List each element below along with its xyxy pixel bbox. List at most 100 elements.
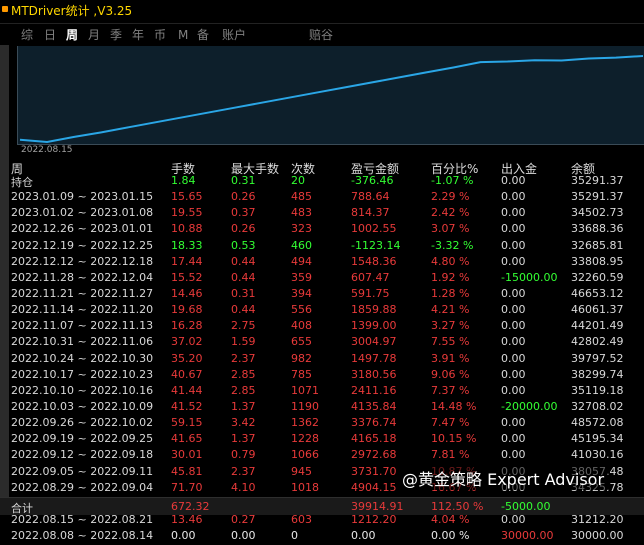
cell-max: 1.37	[231, 399, 256, 413]
cell-bal: 41030.16	[571, 448, 624, 462]
cell-count: 556	[291, 303, 312, 317]
table-row[interactable]: 2022.08.08 ~ 2022.08.14 0.00 0.00 0 0.00 0.00…	[0, 529, 644, 545]
table-row[interactable]: 2022.10.10 ~ 2022.10.16 41.44 2.85 1071 2411…	[0, 384, 644, 400]
cell-bal: 38299.74	[571, 367, 624, 381]
tab-7[interactable]: M	[178, 26, 188, 44]
cell-flow: 30000.00	[501, 529, 554, 543]
cell-lots: 35.20	[171, 351, 203, 365]
cell-flow: 0.00	[501, 383, 526, 397]
cell-pct: 1.92 %	[431, 270, 470, 284]
tab-8[interactable]: 备	[197, 26, 209, 44]
cell-period: 2022.11.21 ~ 2022.11.27	[11, 286, 154, 300]
table-row[interactable]: 2022.11.28 ~ 2022.12.04 15.52 0.44 359 607.4…	[0, 271, 644, 287]
tab-4[interactable]: 季	[110, 26, 122, 44]
cell-bal: 39797.52	[571, 351, 624, 365]
cell-count: 20	[291, 174, 305, 187]
table-row[interactable]: 2023.01.09 ~ 2023.01.15 15.65 0.26 485 788.6…	[0, 190, 644, 206]
cell-lots: 19.55	[171, 206, 203, 220]
cell-flow: 0.00	[501, 190, 526, 204]
cell-pct: 7.37 %	[431, 383, 470, 397]
table-row[interactable]: 2022.10.03 ~ 2022.10.09 41.52 1.37 1190 4135…	[0, 400, 644, 416]
cell-lots: 71.70	[171, 480, 203, 494]
cell-pnl: 788.64	[351, 190, 390, 204]
table-row[interactable]: 2022.10.24 ~ 2022.10.30 35.20 2.37 982 1497.…	[0, 352, 644, 368]
cell-count: 1228	[291, 432, 319, 446]
cell-lots: 37.02	[171, 335, 203, 349]
cell-lots: 41.44	[171, 383, 203, 397]
table-row[interactable]: 2022.11.21 ~ 2022.11.27 14.46 0.31 394 591.7…	[0, 287, 644, 303]
cell-pnl: 4165.18	[351, 432, 397, 446]
cell-max: 3.42	[231, 416, 256, 430]
app-logo-icon	[2, 6, 8, 12]
tab-1[interactable]: 日	[44, 26, 56, 44]
cell-max: 2.37	[231, 464, 256, 478]
table-row[interactable]: 2022.11.14 ~ 2022.11.20 19.68 0.44 556 1859.…	[0, 303, 644, 319]
cell-lots: 16.28	[171, 319, 203, 333]
cell-lots: 18.33	[171, 238, 203, 252]
cell-bal: 42802.49	[571, 335, 624, 349]
cell-max: 0.26	[231, 222, 256, 236]
cell-lots: 19.68	[171, 303, 203, 317]
cell-period: 2022.08.29 ~ 2022.09.04	[11, 480, 154, 494]
cell-pnl: 1002.55	[351, 222, 397, 236]
cell-bal: 32260.59	[571, 270, 624, 284]
cell-period: 2022.11.28 ~ 2022.12.04	[11, 270, 154, 284]
cell-max: 0.44	[231, 270, 256, 284]
table-row[interactable]: 2022.09.19 ~ 2022.09.25 41.65 1.37 1228 4165…	[0, 432, 644, 448]
cell-flow: 0.00	[501, 303, 526, 317]
cell-period: 2022.10.31 ~ 2022.11.06	[11, 335, 154, 349]
cell-bal: 35291.37	[571, 174, 624, 187]
cell-flow: 0.00	[501, 238, 526, 252]
table-row[interactable]: 2023.01.02 ~ 2023.01.08 19.55 0.37 483 814.3…	[0, 206, 644, 222]
cell-pct: -1.07 %	[431, 174, 474, 187]
cell-flow: 0.00	[501, 286, 526, 300]
table-row[interactable]: 2022.08.15 ~ 2022.08.21 13.46 0.27 603 1212.…	[0, 513, 644, 529]
cell-pct: 1.28 %	[431, 286, 470, 300]
cell-bal: 35119.18	[571, 383, 624, 397]
cell-pct: 3.91 %	[431, 351, 470, 365]
table-row[interactable]: 2022.10.17 ~ 2022.10.23 40.67 2.85 785 3180.…	[0, 368, 644, 384]
table-row[interactable]: 2022.12.26 ~ 2023.01.01 10.88 0.26 323 1002.…	[0, 222, 644, 238]
cell-flow: 0.00	[501, 174, 526, 187]
cell-max: 0.31	[231, 174, 256, 187]
table-row[interactable]: 持仓 1.84 0.31 20 -376.46 -1.07 % 0.00 35291.37	[0, 174, 644, 190]
tab-10[interactable]: 赔谷	[309, 26, 333, 44]
cell-period: 2022.11.14 ~ 2022.11.20	[11, 303, 154, 317]
cell-count: 1071	[291, 383, 319, 397]
cell-pnl: 1548.36	[351, 254, 397, 268]
cell-period: 持仓	[11, 176, 33, 189]
cell-max: 1.37	[231, 432, 256, 446]
total-lots: 672.32	[171, 500, 210, 513]
cell-pnl: 0.00	[351, 529, 376, 543]
tab-0[interactable]: 综	[21, 26, 33, 44]
table-row[interactable]: 2022.10.31 ~ 2022.11.06 37.02 1.59 655 3004.…	[0, 335, 644, 351]
cell-period: 2022.12.12 ~ 2022.12.18	[11, 254, 154, 268]
tab-3[interactable]: 月	[88, 26, 100, 44]
cell-count: 945	[291, 464, 312, 478]
cell-flow: 0.00	[501, 351, 526, 365]
total-row: 合计 672.32 39914.91 112.50 % -5000.00	[0, 497, 644, 515]
cell-flow: 0.00	[501, 335, 526, 349]
cell-count: 323	[291, 222, 312, 236]
cell-pnl: 1497.78	[351, 351, 397, 365]
tab-6[interactable]: 币	[154, 26, 166, 44]
table-row[interactable]: 2022.12.19 ~ 2022.12.25 18.33 0.53 460 -1123…	[0, 239, 644, 255]
cell-pnl: 814.37	[351, 206, 390, 220]
table-row[interactable]: 2022.12.12 ~ 2022.12.18 17.44 0.44 494 1548.…	[0, 255, 644, 271]
cell-flow: 0.00	[501, 448, 526, 462]
cell-period: 2022.10.17 ~ 2022.10.23	[11, 367, 154, 381]
equity-line	[19, 55, 644, 144]
cell-max: 2.85	[231, 383, 256, 397]
cell-pct: 4.80 %	[431, 254, 470, 268]
tab-2[interactable]: 周	[66, 26, 78, 44]
table-row[interactable]: 2022.09.12 ~ 2022.09.18 30.01 0.79 1066 2972…	[0, 448, 644, 464]
cell-lots: 41.52	[171, 399, 203, 413]
table-row[interactable]: 2022.09.26 ~ 2022.10.02 59.15 3.42 1362 3376…	[0, 416, 644, 432]
tab-9[interactable]: 账户	[222, 26, 246, 44]
cell-max: 0.53	[231, 238, 256, 252]
cell-pnl: 3004.97	[351, 335, 397, 349]
tab-5[interactable]: 年	[132, 26, 144, 44]
cell-flow: 0.00	[501, 206, 526, 220]
cell-flow: 0.00	[501, 254, 526, 268]
table-row[interactable]: 2022.11.07 ~ 2022.11.13 16.28 2.75 408 1399.…	[0, 319, 644, 335]
